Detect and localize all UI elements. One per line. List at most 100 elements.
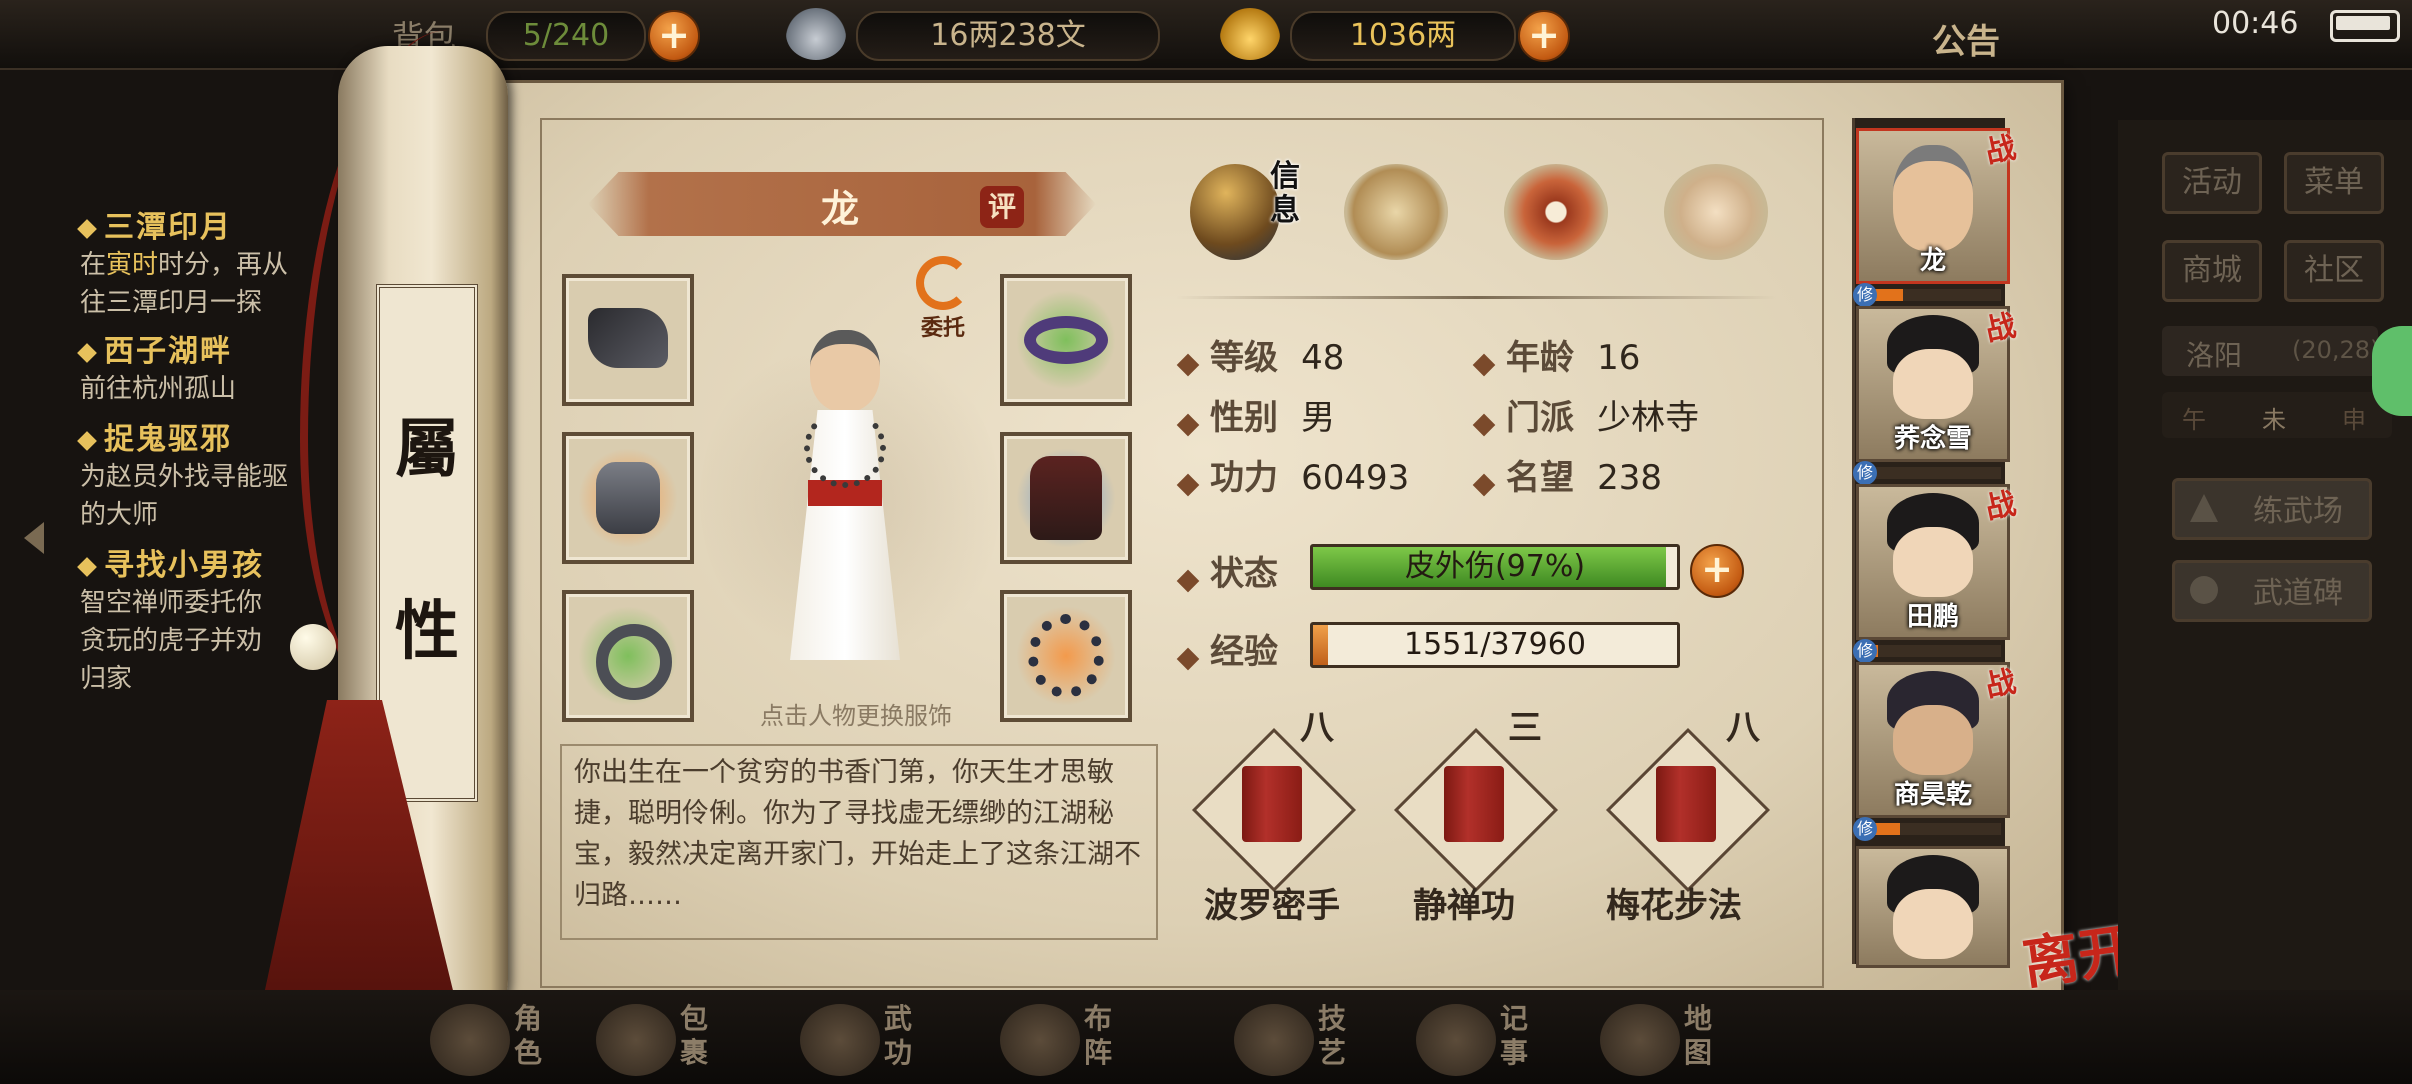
skill-name: 波罗密手: [1204, 886, 1340, 926]
cultivation-bar: [1861, 467, 2001, 479]
diamond-bullet-icon: [1472, 413, 1496, 436]
equip-slot-bracer[interactable]: [562, 432, 694, 564]
equip-slot-ring[interactable]: [562, 590, 694, 722]
skill-slot[interactable]: 三 静禅功: [1364, 700, 1564, 940]
community-button[interactable]: 社区: [2284, 240, 2384, 302]
chat-bubble-icon[interactable]: [2372, 326, 2412, 416]
menu-martial-arts[interactable]: 武功: [800, 1000, 950, 1080]
equip-slot-armor[interactable]: [1000, 432, 1132, 564]
gold-recharge-button[interactable]: +: [1518, 10, 1570, 62]
armor-icon: [1030, 456, 1102, 540]
bottom-menu: [0, 990, 2412, 1084]
exp-text: 1551/37960: [1404, 627, 1586, 662]
exp-bar: 1551/37960: [1310, 622, 1680, 668]
gold-ingot-icon: [1220, 8, 1280, 60]
party-member-name: 田鹏: [1906, 602, 1959, 632]
character-beads: [804, 408, 886, 488]
cultivation-badge: 修: [1853, 461, 1877, 485]
tab-info[interactable]: 信息: [1186, 160, 1300, 270]
gold-amount: 1036两: [1290, 11, 1516, 61]
scroll-label-char: 屬: [395, 412, 459, 487]
clock: 00:46: [2212, 6, 2299, 41]
fame-value: 238: [1597, 458, 1662, 498]
collapse-arrow-icon[interactable]: [24, 522, 44, 554]
martial-manual-icon: [1656, 766, 1716, 842]
body-figure-icon: [1664, 164, 1768, 260]
heal-button[interactable]: +: [1690, 544, 1744, 598]
battery-icon: [2330, 10, 2400, 42]
menu-map[interactable]: 地图: [1600, 1000, 1750, 1080]
sect-value: 少林寺: [1597, 398, 1700, 438]
stat-exp: 经验: [1176, 624, 1278, 673]
level-value: 48: [1301, 338, 1345, 378]
shop-button[interactable]: 商城: [2162, 240, 2262, 302]
location-bar: 洛阳 (20,28): [2162, 326, 2380, 376]
tab-bagua[interactable]: [1504, 164, 1614, 274]
menu-skills[interactable]: 技艺: [1234, 1000, 1384, 1080]
stat-label: 性别: [1210, 398, 1278, 438]
portrait-face: [1893, 889, 1973, 959]
divider: [1176, 296, 1776, 299]
party-member[interactable]: [1856, 846, 2010, 968]
party-member[interactable]: 龙 战 修: [1853, 128, 2019, 307]
stat-fame: 名望 238: [1472, 450, 1662, 499]
equip-slot-necklace[interactable]: [1000, 590, 1132, 722]
stat-sect: 门派 少林寺: [1472, 390, 1700, 439]
cultivation-bar: [1861, 645, 2001, 657]
skill-slot[interactable]: 八 梅花步法: [1574, 700, 1774, 940]
stat-gender: 性别 男: [1176, 390, 1335, 439]
portrait-face: [1893, 145, 1973, 251]
bag-expand-button[interactable]: +: [648, 10, 700, 62]
diamond-bullet-icon: [1176, 647, 1200, 670]
equip-slot-gloves[interactable]: [562, 274, 694, 406]
evaluate-button[interactable]: 评: [980, 186, 1024, 228]
location-coords: (20,28): [2292, 336, 2380, 364]
diamond-bullet-icon: [1176, 413, 1200, 436]
notice-button[interactable]: 公告: [1932, 14, 2000, 63]
compass-left: 午: [2182, 406, 2206, 434]
equip-slot-belt[interactable]: [1000, 274, 1132, 406]
skill-name: 梅花步法: [1606, 886, 1742, 926]
character-bio: 你出生在一个贫穷的书香门第，你天生才思敏捷，聪明伶俐。你为了寻找虚无缥缈的江湖秘…: [560, 744, 1158, 940]
location-name: 洛阳: [2186, 339, 2243, 372]
status-text: 皮外伤(97%): [1404, 549, 1586, 584]
pearl-bead: [290, 624, 336, 670]
tab-meridian[interactable]: [1664, 164, 1774, 274]
quest-title: 寻找小男孩: [104, 548, 264, 583]
tab-scroll[interactable]: [1344, 164, 1454, 274]
party-member-name: 荞念雪: [1893, 424, 1972, 454]
compass-right: 申: [2342, 406, 2366, 434]
skill-level: 八: [1300, 708, 1334, 748]
stat-label: 名望: [1506, 458, 1574, 498]
time-compass: 午 未 申: [2162, 392, 2392, 438]
diamond-bullet-icon: [1472, 353, 1496, 376]
menu-formation[interactable]: 布阵: [1000, 1000, 1150, 1080]
quest-desc-highlight: 寅时: [106, 250, 159, 280]
menu-character[interactable]: 角色: [430, 1000, 580, 1080]
party-member[interactable]: 商昊乾 战 修: [1853, 662, 2019, 841]
skill-level: 三: [1508, 708, 1542, 748]
gauntlet-icon: [588, 308, 668, 368]
menu-label: 技艺: [1318, 1002, 1347, 1069]
character-figure[interactable]: [760, 330, 930, 690]
activity-button[interactable]: 活动: [2162, 152, 2262, 214]
cultivation-bar: [1861, 289, 2001, 301]
menu-journal[interactable]: 记事: [1416, 1000, 1566, 1080]
quest-marker-icon: [77, 342, 97, 363]
power-value: 60493: [1301, 458, 1410, 498]
party-member[interactable]: 荞念雪 战 修: [1853, 306, 2019, 485]
martial-stele-icon: [2190, 576, 2218, 604]
menu-button[interactable]: 菜单: [2284, 152, 2384, 214]
stat-status: 状态: [1176, 546, 1278, 595]
quest-marker-icon: [77, 430, 97, 451]
skill-name: 静禅功: [1413, 886, 1515, 926]
diamond-bullet-icon: [1176, 353, 1200, 376]
ring-icon: [596, 624, 672, 700]
delegate-button[interactable]: 委托: [910, 256, 976, 341]
skill-slot[interactable]: 八 波罗密手: [1172, 700, 1372, 940]
menu-inventory[interactable]: 包裹: [596, 1000, 746, 1080]
party-member[interactable]: 田鹏 战 修: [1853, 484, 2019, 663]
character-head: [810, 330, 880, 412]
brush-icon: [1416, 1004, 1496, 1076]
prayer-beads-icon: [1028, 614, 1104, 698]
